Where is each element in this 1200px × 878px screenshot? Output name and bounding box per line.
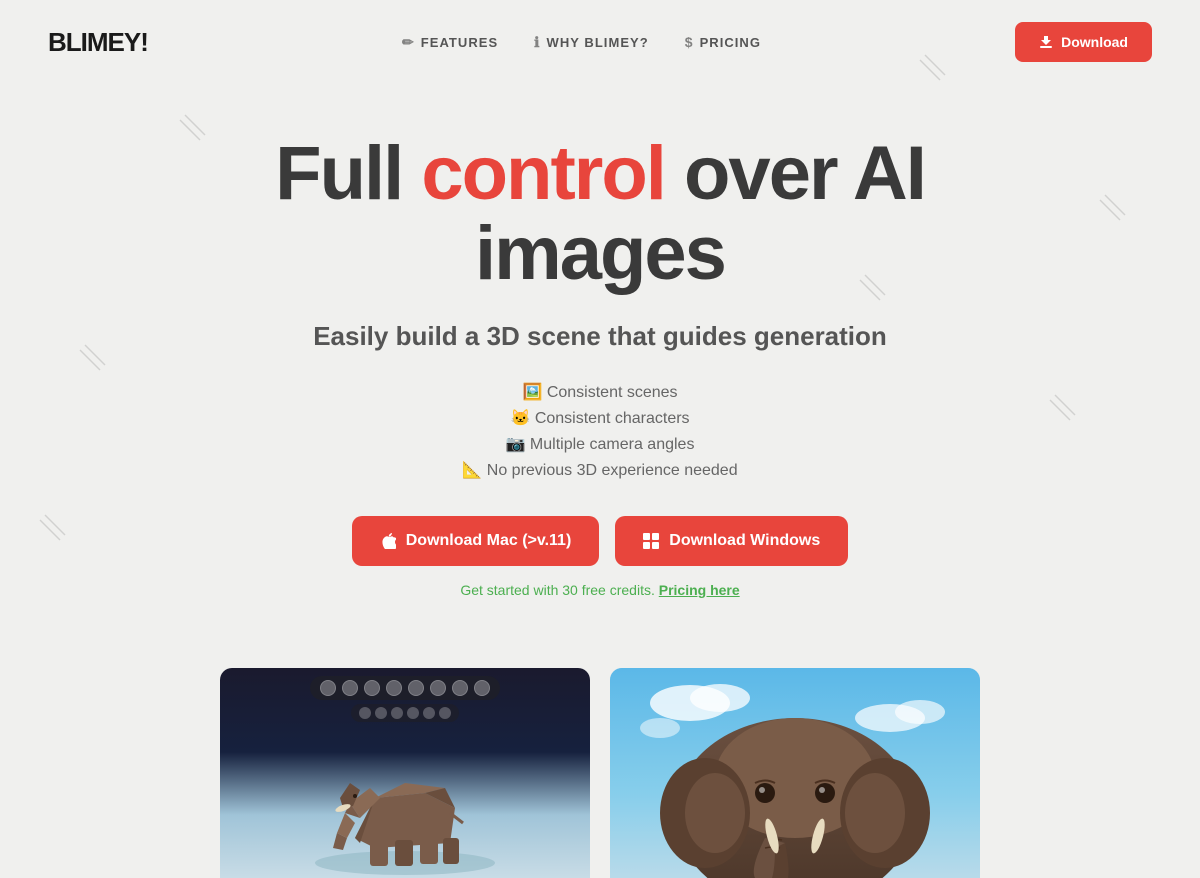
- ai-elephant-photo: [610, 668, 980, 878]
- feature-item-4: 📐 No previous 3D experience needed: [462, 460, 737, 480]
- sub-toolbar-icon: [423, 707, 435, 719]
- hero-subtitle: Easily build a 3D scene that guides gene…: [300, 318, 900, 354]
- editor-sub-toolbar: [351, 704, 459, 722]
- hero-title: Full control over AI images: [20, 134, 1180, 294]
- free-credits-text: Get started with 30 free credits. Pricin…: [20, 582, 1180, 598]
- sub-toolbar-icon: [375, 707, 387, 719]
- toolbar-icon-5: [408, 680, 424, 696]
- dollar-icon: $: [685, 34, 694, 50]
- hero-features-list: 🖼️ Consistent scenes 🐱 Consistent charac…: [20, 382, 1180, 480]
- toolbar-icon-3: [364, 680, 380, 696]
- nav-item-why-blimey[interactable]: ℹ WHY BLIMEY?: [534, 34, 649, 51]
- toolbar-icon-2: [342, 680, 358, 696]
- pricing-link[interactable]: Pricing here: [659, 582, 740, 598]
- toolbar-icon-1: [320, 680, 336, 696]
- toolbar-icon-7: [452, 680, 468, 696]
- nav-links: ✏ FEATURES ℹ WHY BLIMEY? $ PRICING: [402, 34, 761, 51]
- feature-item-2: 🐱 Consistent characters: [510, 408, 689, 428]
- download-icon: [1039, 35, 1053, 49]
- low-poly-elephant: [295, 708, 515, 878]
- sub-toolbar-icon: [407, 707, 419, 719]
- nav-item-features[interactable]: ✏ FEATURES: [402, 34, 498, 51]
- sub-toolbar-icon: [391, 707, 403, 719]
- hero-section: Full control over AI images Easily build…: [0, 84, 1200, 668]
- pencil-icon: ✏: [402, 34, 415, 51]
- preview-editor: [220, 668, 590, 878]
- preview-section: [0, 668, 1200, 878]
- toolbar-icon-6: [430, 680, 446, 696]
- info-icon: ℹ: [534, 34, 540, 51]
- nav-download-button[interactable]: Download: [1015, 22, 1152, 62]
- cta-buttons: Download Mac (>v.11) Download Windows: [20, 516, 1180, 566]
- sub-toolbar-icon: [439, 707, 451, 719]
- download-mac-button[interactable]: Download Mac (>v.11): [352, 516, 600, 566]
- windows-icon: [643, 533, 659, 549]
- apple-icon: [380, 533, 396, 549]
- download-windows-button[interactable]: Download Windows: [615, 516, 848, 566]
- feature-item-1: 🖼️ Consistent scenes: [522, 382, 677, 402]
- sub-toolbar-icon: [359, 707, 371, 719]
- editor-toolbar: [310, 676, 500, 700]
- preview-photo: [610, 668, 980, 878]
- toolbar-icon-8: [474, 680, 490, 696]
- nav-item-pricing[interactable]: $ PRICING: [685, 34, 761, 50]
- toolbar-icon-4: [386, 680, 402, 696]
- feature-item-3: 📷 Multiple camera angles: [506, 434, 695, 454]
- navbar: BLIMEY! ✏ FEATURES ℹ WHY BLIMEY? $ PRICI…: [0, 0, 1200, 84]
- logo[interactable]: BLIMEY!: [48, 27, 148, 58]
